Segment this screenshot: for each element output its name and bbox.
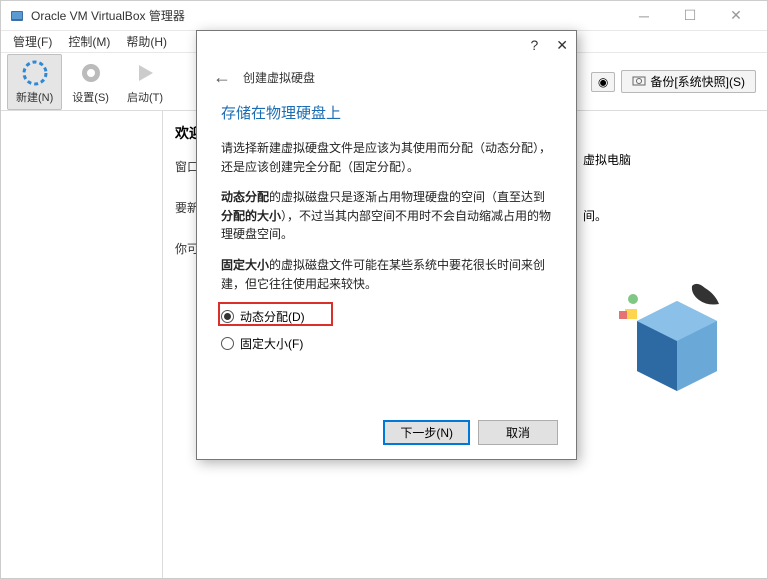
text-behind-1: 虚拟电脑 <box>583 151 631 168</box>
window-controls: ─ ☐ ✕ <box>621 1 759 31</box>
create-disk-dialog: ? ✕ ← 创建虚拟硬盘 存储在物理硬盘上 请选择新建虚拟硬盘文件是应该为其使用… <box>196 30 577 460</box>
dialog-close-button[interactable]: ✕ <box>556 37 568 54</box>
para-3: 固定大小的虚拟磁盘文件可能在某些系统中要花很长时间来创建，但它往往使用起来较快。 <box>221 256 552 293</box>
radio-unchecked-icon <box>221 337 234 350</box>
app-icon <box>9 8 25 24</box>
settings-label: 设置(S) <box>72 89 109 105</box>
section-title: 存储在物理硬盘上 <box>221 102 552 123</box>
radio-fixed-label: 固定大小(F) <box>240 335 303 352</box>
gear-icon <box>77 59 105 87</box>
start-button[interactable]: 启动(T) <box>119 55 171 109</box>
highlight-box <box>218 302 333 326</box>
cancel-button[interactable]: 取消 <box>478 420 558 445</box>
window-title: Oracle VM VirtualBox 管理器 <box>31 7 621 24</box>
next-button[interactable]: 下一步(N) <box>383 420 470 445</box>
p3-text: 的虚拟磁盘文件可能在某些系统中要花很长时间来创建，但它往往使用起来较快。 <box>221 258 545 291</box>
snapshot-button[interactable]: 备份[系统快照](S) <box>621 70 756 93</box>
para-1: 请选择新建虚拟硬盘文件是应该为其使用而分配（动态分配），还是应该创建完全分配（固… <box>221 139 552 176</box>
titlebar: Oracle VM VirtualBox 管理器 ─ ☐ ✕ <box>1 1 767 31</box>
dialog-header: ← 创建虚拟硬盘 <box>197 59 576 102</box>
menu-help[interactable]: 帮助(H) <box>118 33 175 50</box>
vm-list-sidebar <box>1 111 163 578</box>
menu-control[interactable]: 控制(M) <box>60 33 118 50</box>
detail-button[interactable]: ◉ <box>591 72 615 92</box>
p2-text1: 的虚拟磁盘只是逐渐占用物理硬盘的空间（直至达到 <box>269 190 545 204</box>
dialog-title: 创建虚拟硬盘 <box>243 69 315 86</box>
snapshot-label: 备份[系统快照](S) <box>650 73 745 90</box>
dialog-titlebar: ? ✕ <box>197 31 576 59</box>
menu-manage[interactable]: 管理(F) <box>5 33 60 50</box>
virtualbox-logo <box>617 281 737 401</box>
para-2: 动态分配的虚拟磁盘只是逐渐占用物理硬盘的空间（直至达到分配的大小），不过当其内部… <box>221 188 552 244</box>
back-arrow-icon[interactable]: ← <box>213 67 231 88</box>
camera-icon <box>632 74 646 89</box>
close-button[interactable]: ✕ <box>713 1 759 31</box>
new-label: 新建(N) <box>16 89 53 105</box>
radio-group: 动态分配(D) 固定大小(F) <box>221 305 552 355</box>
new-icon <box>21 59 49 87</box>
radio-fixed[interactable]: 固定大小(F) <box>221 332 552 355</box>
settings-button[interactable]: 设置(S) <box>64 55 117 109</box>
right-toolbar: ◉ 备份[系统快照](S) <box>591 70 756 93</box>
new-button[interactable]: 新建(N) <box>7 54 62 110</box>
dialog-footer: 下一步(N) 取消 <box>383 420 558 445</box>
text-behind-2: 间。 <box>583 207 607 224</box>
maximize-button[interactable]: ☐ <box>667 1 713 31</box>
dialog-body: 存储在物理硬盘上 请选择新建虚拟硬盘文件是应该为其使用而分配（动态分配），还是应… <box>197 102 576 355</box>
detail-icon: ◉ <box>598 75 608 89</box>
start-label: 启动(T) <box>127 89 163 105</box>
minimize-button[interactable]: ─ <box>621 1 667 31</box>
p2-bold1: 动态分配 <box>221 190 269 204</box>
start-icon <box>131 59 159 87</box>
dialog-help-button[interactable]: ? <box>530 37 538 53</box>
p2-bold2: 分配的大小 <box>221 209 281 223</box>
p3-bold: 固定大小 <box>221 258 269 272</box>
